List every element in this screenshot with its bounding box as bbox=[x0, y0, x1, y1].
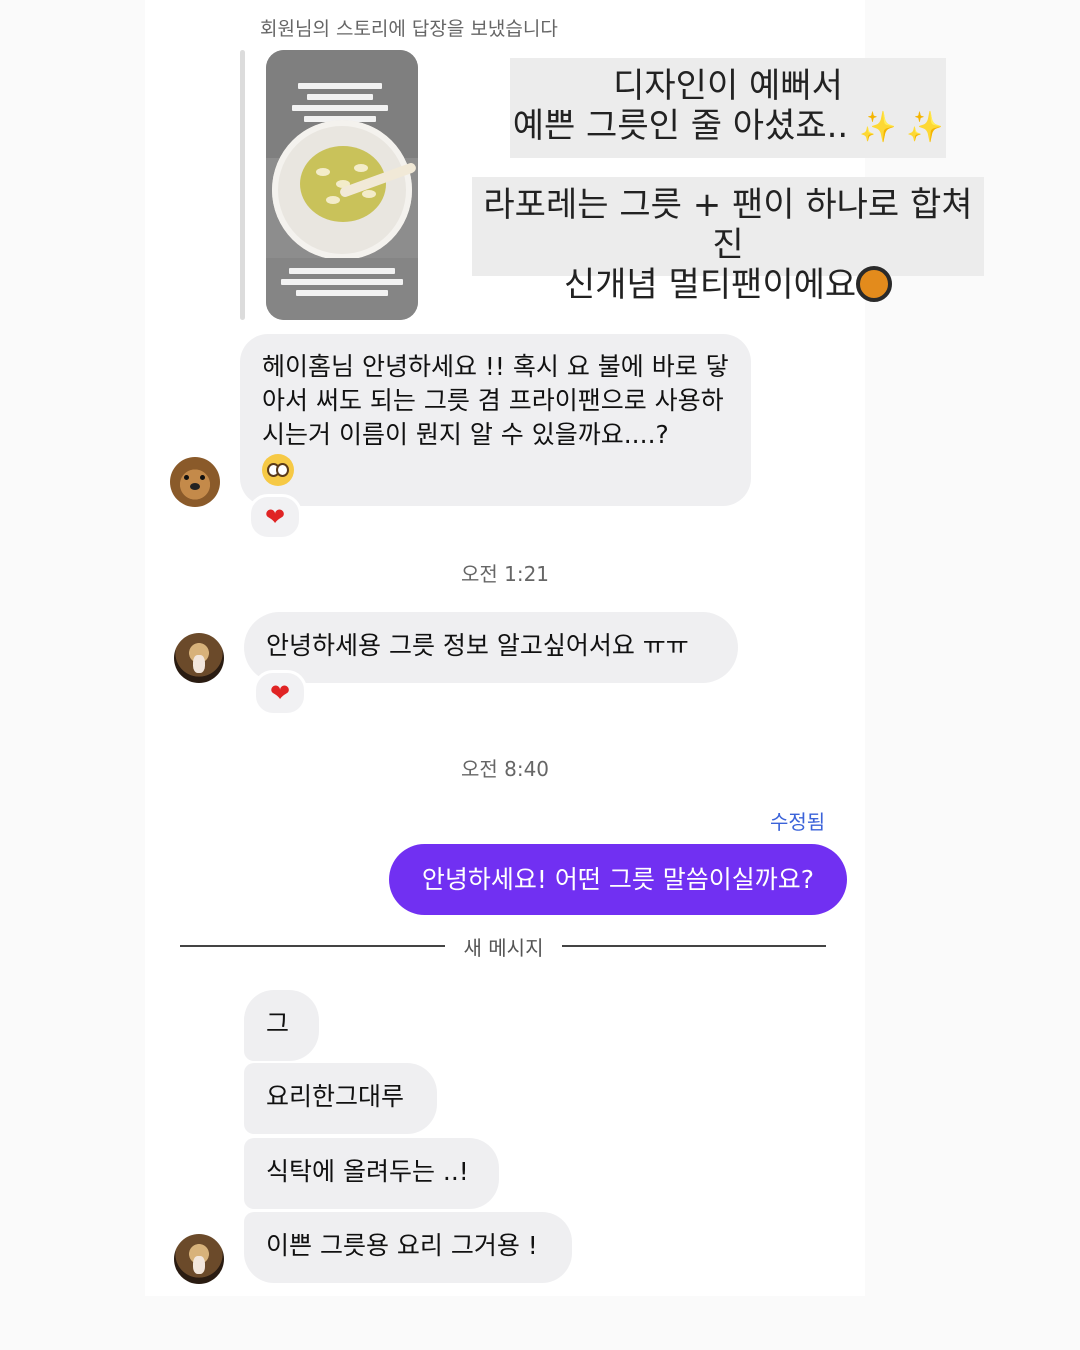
story-reply-note: 회원님의 스토리에 답장을 보냈습니다 bbox=[260, 18, 558, 40]
heart-reaction-icon[interactable]: ❤ bbox=[248, 494, 302, 540]
caption-line-3: 라포레는 그릇 + 팬이 하나로 합쳐진 bbox=[483, 185, 973, 265]
frying-pan-icon bbox=[856, 266, 893, 302]
avatar-person[interactable] bbox=[174, 633, 224, 683]
heart-reaction-icon[interactable]: ❤ bbox=[253, 670, 307, 716]
story-caption-1: 디자인이 예뻐서 예쁜 그릇인 줄 아셨죠.. ✨ ✨ bbox=[510, 58, 946, 158]
timestamp: 오전 8:40 bbox=[460, 757, 550, 781]
edited-label: 수정됨 bbox=[770, 810, 826, 834]
garlic bbox=[326, 196, 340, 204]
caption-line-1: 디자인이 예뻐서 bbox=[613, 66, 843, 106]
message-bubble-received[interactable]: 그 bbox=[244, 990, 319, 1061]
divider-line-left bbox=[180, 945, 445, 947]
message-bubble-received[interactable]: 요리한그대루 bbox=[244, 1063, 437, 1134]
message-bubble-sent[interactable]: 안녕하세요! 어떤 그릇 말씀이실까요? bbox=[389, 844, 847, 915]
pleading-face-icon bbox=[262, 454, 294, 486]
garlic bbox=[362, 190, 376, 198]
caption-line-4: 신개념 멀티팬이에요 bbox=[472, 265, 984, 305]
garlic bbox=[316, 168, 330, 176]
story-thumbnail[interactable] bbox=[266, 50, 418, 320]
story-reply-bar bbox=[240, 50, 245, 320]
avatar-person[interactable] bbox=[174, 1234, 224, 1284]
story-caption-2: 라포레는 그릇 + 팬이 하나로 합쳐진 신개념 멀티팬이에요 bbox=[472, 177, 984, 305]
message-bubble-received[interactable]: 안녕하세용 그릇 정보 알고싶어서요 ㅠㅠ bbox=[244, 612, 738, 683]
sparkles-icon: ✨ ✨ bbox=[859, 110, 944, 145]
new-messages-divider: 새 메시지 bbox=[463, 936, 544, 960]
divider-line-right bbox=[562, 945, 826, 947]
avatar-dog[interactable] bbox=[170, 457, 220, 507]
caption-line-2: 예쁜 그릇인 줄 아셨죠.. ✨ ✨ bbox=[512, 106, 944, 146]
message-text: 헤이홈님 안녕하세요 !! 혹시 요 불에 바로 닿아서 써도 되는 그릇 겸 … bbox=[262, 352, 729, 449]
message-bubble-received[interactable]: 이쁜 그릇용 요리 그거용 ! bbox=[244, 1212, 572, 1283]
timestamp: 오전 1:21 bbox=[460, 562, 550, 586]
message-bubble-received[interactable]: 식탁에 올려두는 ..! bbox=[244, 1138, 499, 1209]
garlic bbox=[354, 164, 368, 172]
story-thumbnail-bottom bbox=[266, 258, 418, 320]
message-bubble-received[interactable]: 헤이홈님 안녕하세요 !! 혹시 요 불에 바로 닿아서 써도 되는 그릇 겸 … bbox=[240, 334, 751, 506]
